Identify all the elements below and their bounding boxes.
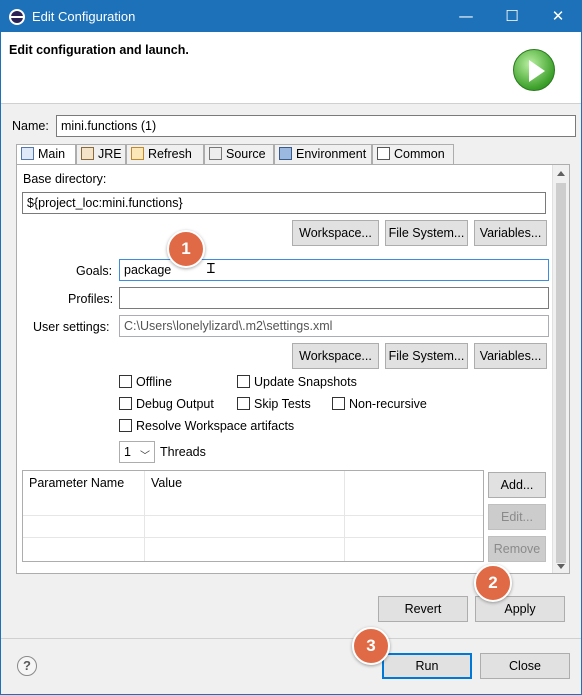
add-parameter-button[interactable]: Add... (488, 472, 546, 498)
close-window-button[interactable]: ✕ (535, 1, 581, 32)
name-label: Name: (12, 119, 49, 133)
callout-badge-3: 3 (352, 627, 390, 665)
non-recursive-label: Non-recursive (349, 397, 427, 411)
scrollbar-thumb[interactable] (556, 183, 566, 563)
jre-tab-icon (81, 147, 94, 160)
tab-main-label: Main (38, 147, 66, 161)
scroll-up-icon[interactable] (557, 171, 565, 176)
refresh-tab-icon (131, 147, 144, 160)
column-header-value[interactable]: Value (145, 471, 188, 493)
callout-badge-1: 1 (167, 230, 205, 268)
source-tab-icon (209, 147, 222, 160)
file-system-button-1[interactable]: File System... (385, 220, 468, 246)
tab-common-label: Common (394, 147, 445, 161)
minimize-button[interactable]: — (443, 1, 489, 32)
row-divider (23, 537, 483, 538)
vertical-scrollbar[interactable] (552, 165, 569, 573)
variables-button-1[interactable]: Variables... (474, 220, 547, 246)
debug-output-checkbox[interactable]: Debug Output (119, 397, 214, 411)
remove-parameter-button[interactable]: Remove (488, 536, 546, 562)
edit-configuration-dialog: Edit Configuration — ☐ ✕ Edit configurat… (0, 0, 582, 695)
tab-refresh[interactable]: Refresh (126, 144, 204, 164)
tab-refresh-label: Refresh (148, 147, 192, 161)
threads-label: Threads (160, 445, 206, 459)
user-settings-input[interactable]: C:\Users\lonelylizard\.m2\settings.xml (119, 315, 549, 337)
window-title: Edit Configuration (32, 9, 136, 24)
tab-source-label: Source (226, 147, 266, 161)
skip-tests-label: Skip Tests (254, 397, 311, 411)
offline-checkbox[interactable]: Offline (119, 375, 172, 389)
header-text: Edit configuration and launch. (9, 43, 189, 57)
tab-environment[interactable]: Environment (274, 144, 372, 164)
goals-label: Goals: (76, 264, 113, 278)
parameters-table[interactable]: Parameter Name Value (22, 470, 484, 562)
offline-box (119, 375, 132, 388)
footer-divider (1, 638, 581, 639)
scroll-down-icon[interactable] (557, 564, 565, 569)
chevron-down-icon: ﹀ (140, 451, 150, 462)
resolve-workspace-label: Resolve Workspace artifacts (136, 419, 295, 433)
help-icon[interactable]: ? (17, 656, 37, 676)
resolve-workspace-box (119, 419, 132, 432)
skip-tests-box (237, 397, 250, 410)
maximize-button[interactable]: ☐ (489, 1, 535, 32)
text-cursor-icon: Ɪ (207, 261, 215, 277)
update-snapshots-checkbox[interactable]: Update Snapshots (237, 375, 357, 389)
run-button[interactable]: Run (382, 653, 472, 679)
title-bar: Edit Configuration — ☐ ✕ (1, 1, 581, 32)
workspace-button-2[interactable]: Workspace... (292, 343, 379, 369)
non-recursive-checkbox[interactable]: Non-recursive (332, 397, 427, 411)
base-directory-label: Base directory: (23, 172, 107, 186)
common-tab-icon (377, 147, 390, 160)
tab-environment-label: Environment (296, 147, 367, 161)
callout-badge-2: 2 (474, 564, 512, 602)
profiles-input[interactable] (119, 287, 549, 309)
column-divider (344, 471, 345, 561)
update-snapshots-label: Update Snapshots (254, 375, 357, 389)
edit-parameter-button[interactable]: Edit... (488, 504, 546, 530)
profiles-label: Profiles: (68, 292, 114, 306)
threads-value: 1 (124, 445, 131, 459)
eclipse-icon (9, 9, 25, 25)
offline-label: Offline (136, 375, 172, 389)
debug-output-label: Debug Output (136, 397, 214, 411)
debug-output-box (119, 397, 132, 410)
resolve-workspace-checkbox[interactable]: Resolve Workspace artifacts (119, 419, 294, 433)
user-settings-label: User settings: (33, 320, 110, 334)
variables-button-2[interactable]: Variables... (474, 343, 547, 369)
name-input[interactable]: mini.functions (1) (56, 115, 576, 137)
base-directory-input[interactable]: ${project_loc:mini.functions} (22, 192, 546, 214)
tab-jre[interactable]: JRE (76, 144, 126, 164)
dialog-header: Edit configuration and launch. (1, 32, 581, 104)
tab-jre-label: JRE (98, 147, 122, 161)
threads-select[interactable]: 1 ﹀ (119, 441, 155, 463)
configuration-panel: Name: mini.functions (1) Main JRE Refres… (4, 107, 580, 587)
column-header-parameter-name[interactable]: Parameter Name (23, 471, 130, 493)
non-recursive-box (332, 397, 345, 410)
skip-tests-checkbox[interactable]: Skip Tests (237, 397, 311, 411)
revert-button[interactable]: Revert (378, 596, 468, 622)
main-tab-content: Base directory: ${project_loc:mini.funct… (16, 164, 570, 574)
update-snapshots-box (237, 375, 250, 388)
workspace-button-1[interactable]: Workspace... (292, 220, 379, 246)
tab-source[interactable]: Source (204, 144, 274, 164)
main-tab-icon (21, 147, 34, 160)
close-button[interactable]: Close (480, 653, 570, 679)
environment-tab-icon (279, 147, 292, 160)
tab-common[interactable]: Common (372, 144, 454, 164)
run-icon (513, 49, 555, 91)
tab-main[interactable]: Main (16, 144, 76, 165)
column-divider (144, 471, 145, 561)
row-divider (23, 515, 483, 516)
file-system-button-2[interactable]: File System... (385, 343, 468, 369)
